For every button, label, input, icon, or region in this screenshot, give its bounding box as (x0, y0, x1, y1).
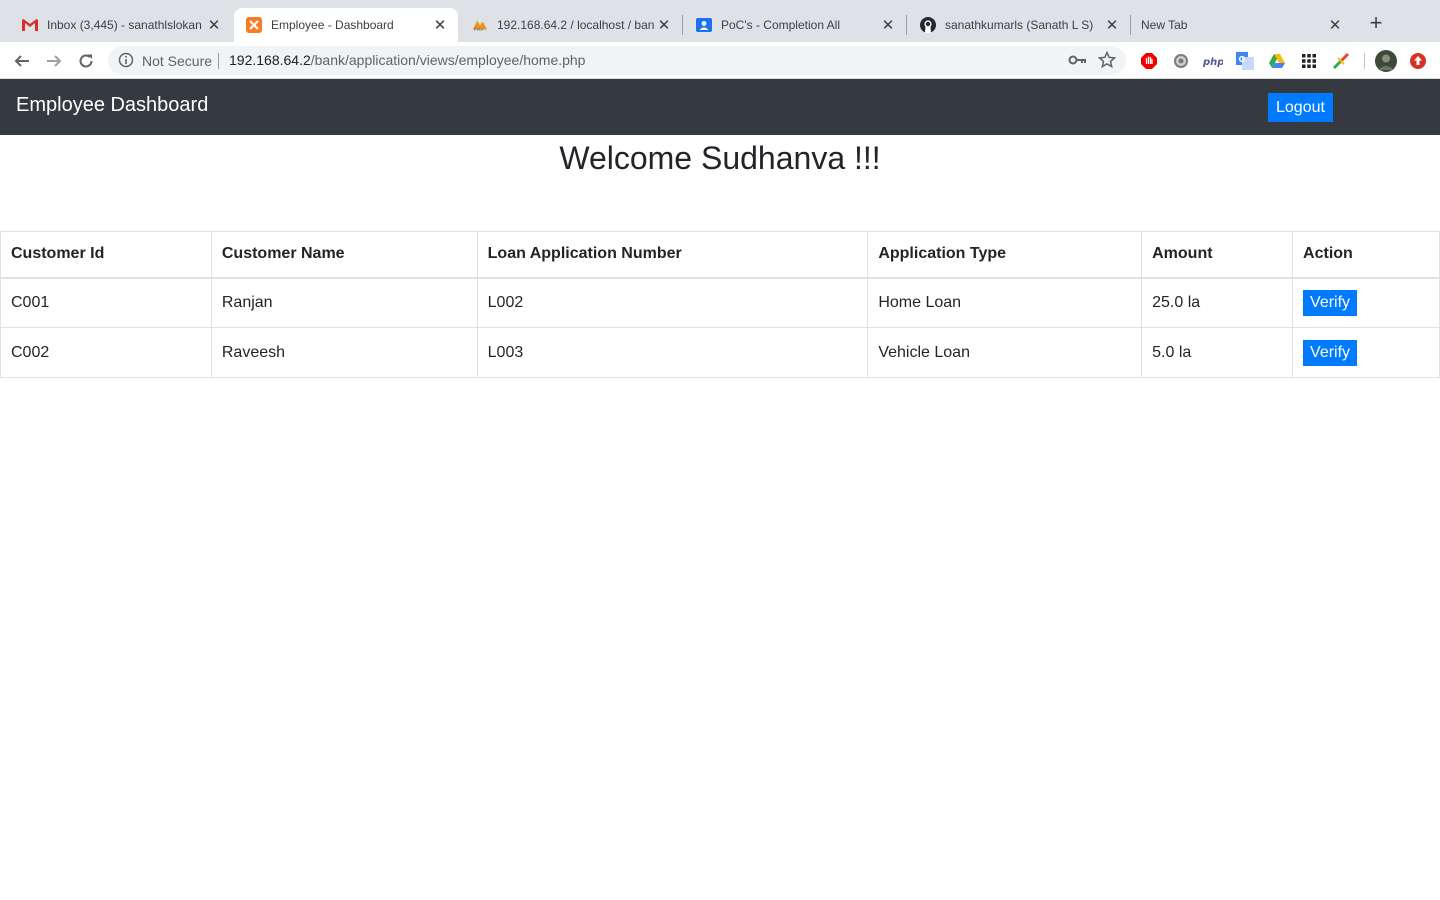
tab-separator (906, 15, 907, 35)
loan-applications-table: Customer Id Customer Name Loan Applicati… (0, 231, 1440, 378)
column-header-customer-name: Customer Name (210, 231, 478, 279)
tab-separator (682, 15, 683, 35)
security-label[interactable]: Not Secure (142, 53, 212, 69)
table-header-row: Customer Id Customer Name Loan Applicati… (0, 231, 1440, 279)
reload-icon[interactable] (74, 49, 98, 73)
column-header-application-type: Application Type (867, 231, 1143, 279)
tab-title: PoC's - Completion All (721, 18, 841, 32)
tab-poc[interactable]: PoC's - Completion All ✕ (684, 8, 906, 42)
cell-action: Verify (1292, 327, 1440, 378)
browser-tab-strip: Inbox (3,445) - sanathlslokan ✕ Employee… (0, 0, 1440, 42)
php-extension-icon[interactable]: php (1203, 51, 1223, 71)
cell-application-type: Vehicle Loan (867, 327, 1143, 378)
browser-toolbar: Not Secure 192.168.64.2/bank/application… (0, 42, 1440, 79)
new-tab-plus-icon[interactable]: + (1364, 12, 1388, 36)
cell-action: Verify (1292, 277, 1440, 328)
navbar-brand[interactable]: Employee Dashboard (16, 94, 208, 117)
column-header-action: Action (1292, 231, 1440, 279)
close-tab-icon[interactable]: ✕ (878, 15, 898, 35)
tab-title: sanathkumarls (Sanath L S) (945, 18, 1094, 32)
close-tab-icon[interactable]: ✕ (1102, 15, 1122, 35)
tab-employee-dashboard[interactable]: Employee - Dashboard ✕ (234, 8, 458, 42)
cell-customer-id: C002 (0, 327, 212, 378)
cell-amount: 25.0 la (1141, 277, 1294, 328)
colorful-extension-icon[interactable] (1331, 51, 1351, 71)
svg-text:PMA: PMA (474, 27, 484, 32)
forward-arrow-icon[interactable] (42, 49, 66, 73)
google-drive-icon[interactable] (1267, 51, 1287, 71)
tab-github[interactable]: sanathkumarls (Sanath L S) ✕ (908, 8, 1130, 42)
cell-loan-number: L002 (476, 277, 869, 328)
address-bar[interactable]: Not Secure 192.168.64.2/bank/application… (108, 46, 1126, 75)
close-tab-icon[interactable]: ✕ (430, 15, 450, 35)
close-tab-icon[interactable]: ✕ (654, 15, 674, 35)
tab-title: Inbox (3,445) - sanathlslokan (47, 18, 202, 32)
table-row: C001 Ranjan L002 Home Loan 25.0 la Verif… (0, 277, 1440, 328)
phpmyadmin-icon: PMA (472, 17, 488, 33)
adblock-extension-icon[interactable] (1139, 51, 1159, 71)
welcome-heading: Welcome Sudhanva !!! (559, 140, 881, 176)
column-header-loan-number: Loan Application Number (476, 231, 869, 279)
tab-inbox[interactable]: Inbox (3,445) - sanathlslokan ✕ (10, 8, 232, 42)
key-icon[interactable] (1068, 52, 1086, 73)
gmail-icon (22, 17, 38, 33)
cell-customer-name: Raveesh (210, 327, 478, 378)
verify-button[interactable]: Verify (1303, 289, 1358, 316)
tab-title: 192.168.64.2 / localhost / ban (497, 18, 654, 32)
column-header-amount: Amount (1141, 231, 1294, 279)
tab-title: Employee - Dashboard (271, 18, 394, 32)
column-header-customer-id: Customer Id (0, 231, 212, 279)
apps-grid-icon[interactable] (1299, 51, 1319, 71)
settings-gear-extension-icon[interactable] (1171, 51, 1191, 71)
url-host: 192.168.64.2 (229, 52, 311, 68)
tab-title: New Tab (1141, 18, 1188, 32)
bookmark-star-icon[interactable] (1097, 50, 1117, 74)
close-tab-icon[interactable]: ✕ (204, 15, 224, 35)
toolbar-separator (1364, 53, 1365, 69)
svg-text:php: php (1203, 57, 1223, 67)
address-divider (218, 53, 219, 69)
cell-amount: 5.0 la (1141, 327, 1294, 378)
google-translate-icon[interactable]: G (1235, 51, 1255, 71)
update-arrow-icon[interactable] (1408, 51, 1428, 71)
cell-loan-number: L003 (476, 327, 869, 378)
profile-avatar[interactable] (1375, 50, 1397, 72)
info-icon[interactable] (118, 52, 134, 73)
table-row: C002 Raveesh L003 Vehicle Loan 5.0 la Ve… (0, 327, 1440, 378)
tab-phpmyadmin[interactable]: PMA 192.168.64.2 / localhost / ban ✕ (460, 8, 682, 42)
cell-customer-name: Ranjan (210, 277, 478, 328)
cell-customer-id: C001 (0, 277, 212, 328)
svg-text:G: G (1239, 55, 1246, 64)
back-arrow-icon[interactable] (10, 49, 34, 73)
classroom-icon (696, 17, 712, 33)
logout-button[interactable]: Logout (1268, 93, 1333, 122)
url-text[interactable]: 192.168.64.2/bank/application/views/empl… (229, 52, 585, 68)
close-tab-icon[interactable]: ✕ (1325, 15, 1345, 35)
cell-application-type: Home Loan (867, 277, 1143, 328)
tab-new-tab[interactable]: New Tab ✕ (1131, 8, 1353, 42)
url-path: /bank/application/views/employee/home.ph… (310, 52, 586, 68)
verify-button[interactable]: Verify (1303, 339, 1358, 366)
xampp-icon (246, 17, 262, 33)
github-icon (920, 17, 936, 33)
top-navbar: Employee Dashboard Logout (0, 79, 1440, 135)
